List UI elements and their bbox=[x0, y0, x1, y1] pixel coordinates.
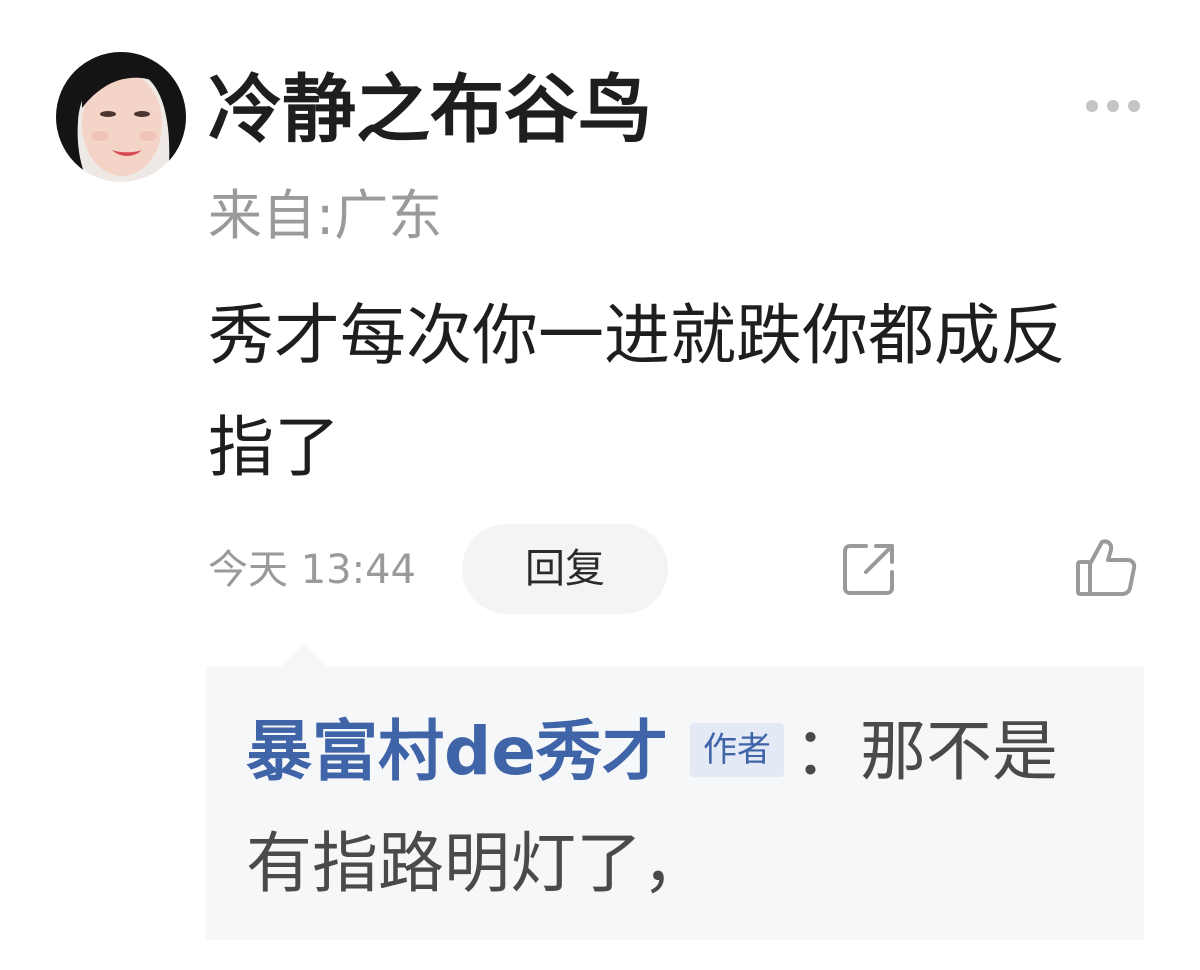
reply-box-notch bbox=[282, 644, 326, 666]
comment-text: 秀才每次你一进就跌你都成反指了 bbox=[208, 297, 1066, 486]
share-icon[interactable] bbox=[840, 540, 898, 598]
reply-content: 暴富村de秀才 作者 ：那不是有指路明灯了， bbox=[246, 696, 1106, 920]
reply-button[interactable]: 回复 bbox=[462, 524, 668, 614]
timestamp: 今天 13:44 bbox=[208, 547, 416, 593]
location-label: 来自:广东 bbox=[208, 184, 443, 247]
author-badge: 作者 bbox=[690, 722, 785, 777]
avatar[interactable] bbox=[56, 52, 186, 182]
thumbs-up-icon[interactable] bbox=[1074, 536, 1138, 598]
reply-box[interactable]: 暴富村de秀才 作者 ：那不是有指路明灯了， bbox=[206, 666, 1144, 940]
more-icon[interactable] bbox=[1082, 92, 1144, 120]
username[interactable]: 冷静之布谷鸟 bbox=[208, 60, 652, 160]
reply-author[interactable]: 暴富村de秀才 bbox=[246, 713, 668, 790]
